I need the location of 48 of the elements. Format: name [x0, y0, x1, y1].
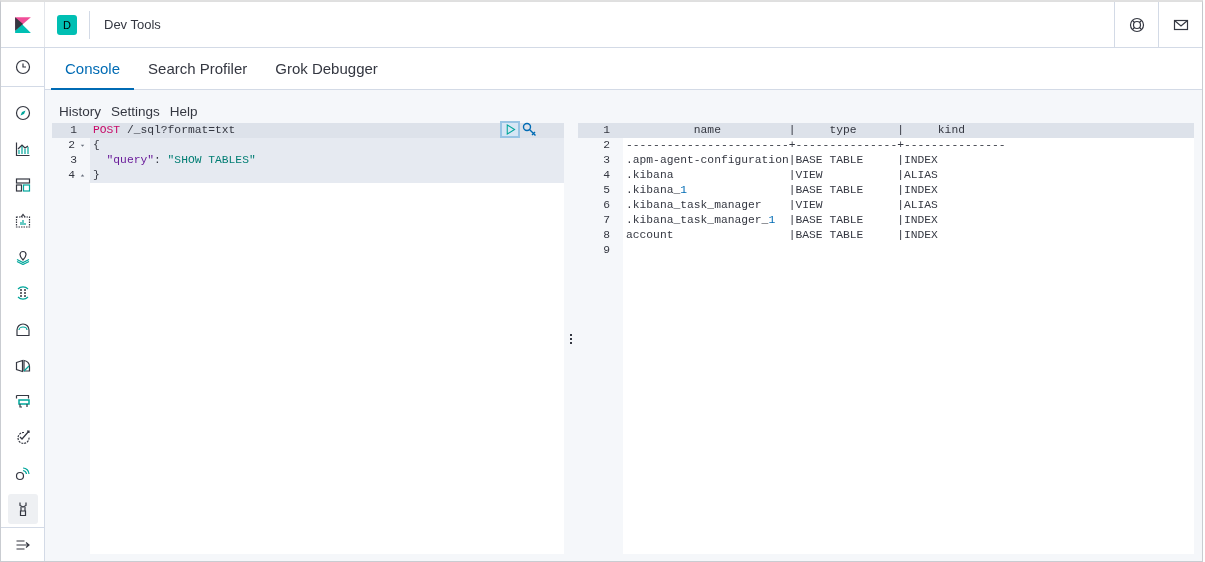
- signal-icon: [14, 465, 31, 482]
- bar-chart-icon: [14, 141, 31, 158]
- code-line: }: [93, 169, 100, 181]
- line-number: 2: [68, 138, 76, 153]
- tab[interactable]: Console: [51, 48, 135, 90]
- compass-icon: [14, 105, 31, 122]
- code-line: name | type | kind: [692, 124, 966, 136]
- dashboard-icon: [14, 177, 31, 194]
- code-line: POST /_sql?format=txt: [93, 124, 236, 136]
- line-number: 5: [603, 183, 611, 198]
- line-number: 3: [603, 153, 611, 168]
- space-avatar[interactable]: D: [57, 14, 77, 35]
- menu-link[interactable]: Help: [169, 104, 198, 119]
- code-line: account |BASE TABLE |INDEX: [626, 229, 938, 241]
- app-logo-icon[interactable]: [13, 15, 32, 34]
- pipeline-icon: [14, 393, 31, 410]
- line-number: 1: [603, 123, 611, 138]
- help-icon[interactable]: [1128, 16, 1145, 33]
- menu-link[interactable]: History: [59, 104, 101, 119]
- code-line: .kibana |VIEW |ALIAS: [626, 169, 938, 181]
- code-line: .apm-agent-configuration|BASE TABLE |INDEX: [626, 154, 938, 166]
- page-title: Dev Tools: [103, 17, 162, 32]
- line-number: 4: [68, 168, 76, 183]
- line-number: 8: [603, 228, 611, 243]
- line-number: 7: [603, 213, 611, 228]
- check-arrow-icon: [14, 429, 31, 446]
- nav-item[interactable]: [7, 494, 38, 525]
- tab[interactable]: Search Profiler: [134, 48, 262, 90]
- code-line: {: [93, 139, 100, 151]
- line-number: 3: [70, 153, 78, 168]
- code-line: "query": "SHOW TABLES": [105, 154, 256, 166]
- code-line: .kibana_task_manager |VIEW |ALIAS: [626, 199, 938, 211]
- clock-icon[interactable]: [14, 59, 31, 76]
- line-number: 6: [603, 198, 611, 213]
- code-line: ------------------------+---------------+---------------: [626, 139, 1006, 151]
- line-number: 9: [603, 243, 611, 258]
- line-number: 1: [70, 123, 78, 138]
- line-number: 4: [603, 168, 611, 183]
- shapes-icon: [14, 357, 31, 374]
- resize-handle[interactable]: [568, 331, 574, 346]
- code-line: .kibana_task_manager_1 |BASE TABLE |INDEX: [626, 214, 938, 226]
- menu-link[interactable]: Settings: [111, 104, 160, 119]
- line-number: 2: [603, 138, 611, 153]
- code-line: .kibana_1 |BASE TABLE |INDEX: [626, 184, 938, 196]
- map-pin-icon: [14, 249, 31, 266]
- easel-icon: [14, 213, 31, 230]
- tab[interactable]: Grok Debugger: [261, 48, 392, 90]
- dome-icon: [14, 321, 31, 338]
